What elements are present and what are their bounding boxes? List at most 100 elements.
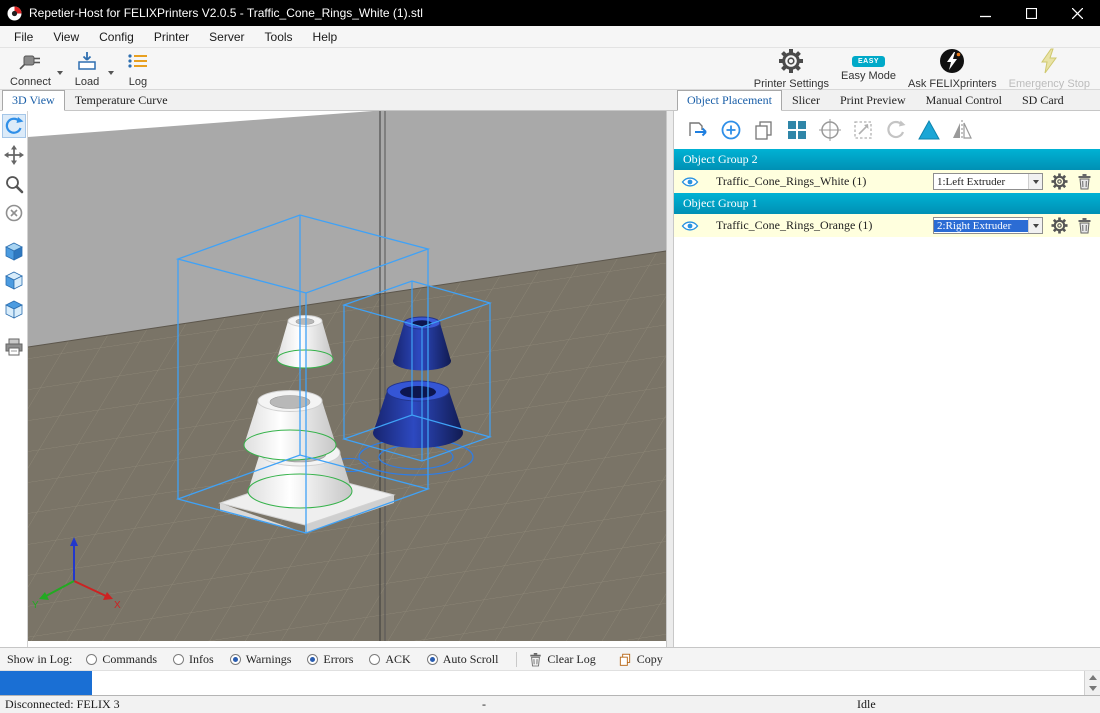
app-logo-icon <box>7 6 22 21</box>
left-tab-strip: 3D View Temperature Curve <box>0 90 674 110</box>
status-bar: Disconnected: FELIX 3 - Idle <box>0 695 1100 713</box>
drop-object-icon[interactable] <box>917 118 941 142</box>
extruder-dropdown[interactable]: 1:Left Extruder <box>933 173 1043 190</box>
tab-slicer[interactable]: Slicer <box>782 90 830 110</box>
visibility-eye-icon[interactable] <box>681 217 699 235</box>
menu-tools[interactable]: Tools <box>255 28 303 46</box>
panel-splitter[interactable] <box>666 111 674 647</box>
right-tab-strip: Object Placement Slicer Print Preview Ma… <box>674 90 1100 110</box>
object-name: Traffic_Cone_Rings_White (1) <box>716 174 926 189</box>
front-view-icon[interactable] <box>2 268 26 292</box>
tab-object-placement[interactable]: Object Placement <box>677 90 782 111</box>
log-filter-ack[interactable]: ACK <box>369 652 410 667</box>
radio-commands[interactable] <box>86 654 97 665</box>
isometric-view-icon[interactable] <box>2 239 26 263</box>
radio-label: Warnings <box>246 652 292 667</box>
radio-errors[interactable] <box>307 654 318 665</box>
printer-state: Idle <box>857 697 876 712</box>
top-view-icon[interactable] <box>2 297 26 321</box>
menu-printer[interactable]: Printer <box>144 28 199 46</box>
object-settings-gear-icon[interactable] <box>1050 173 1068 191</box>
minimize-button[interactable] <box>962 0 1008 26</box>
tab-manual-control[interactable]: Manual Control <box>916 90 1012 110</box>
menu-help[interactable]: Help <box>303 28 348 46</box>
add-object-icon[interactable] <box>719 118 743 142</box>
delete-object-trash-icon[interactable] <box>1075 173 1093 191</box>
copy-object-icon[interactable] <box>752 118 776 142</box>
main-toolbar: Connect Load Log Printer Settings EASY E… <box>0 48 1100 90</box>
log-scrollbar[interactable] <box>1084 671 1100 695</box>
menu-config[interactable]: Config <box>89 28 144 46</box>
log-filter-autoscroll[interactable]: Auto Scroll <box>427 652 499 667</box>
easy-mode-label: Easy Mode <box>841 70 896 82</box>
object-row-white[interactable]: Traffic_Cone_Rings_White (1) 1:Left Extr… <box>674 170 1100 193</box>
dropdown-caret-icon[interactable] <box>1028 218 1042 233</box>
visibility-eye-icon[interactable] <box>681 173 699 191</box>
export-object-icon[interactable] <box>686 118 710 142</box>
menu-file[interactable]: File <box>4 28 43 46</box>
tab-3d-view[interactable]: 3D View <box>2 90 65 111</box>
connect-dropdown-caret[interactable] <box>57 71 63 78</box>
radio-infos[interactable] <box>173 654 184 665</box>
menu-server[interactable]: Server <box>199 28 254 46</box>
tab-temperature-curve[interactable]: Temperature Curve <box>65 90 178 110</box>
object-group-header[interactable]: Object Group 2 <box>674 149 1100 170</box>
object-group-header[interactable]: Object Group 1 <box>674 193 1100 214</box>
ask-felixprinters-button[interactable]: Ask FELIXprinters <box>902 48 1003 89</box>
object-group-title: Object Group 2 <box>683 152 758 167</box>
maximize-button[interactable] <box>1008 0 1054 26</box>
object-settings-gear-icon[interactable] <box>1050 217 1068 235</box>
object-group-list: Object Group 2 Traffic_Cone_Rings_White … <box>674 149 1100 237</box>
show-printer-icon[interactable] <box>2 335 26 359</box>
clear-log-label: Clear Log <box>547 652 595 667</box>
log-button[interactable]: Log <box>117 48 159 89</box>
close-button[interactable] <box>1054 0 1100 26</box>
object-row-orange[interactable]: Traffic_Cone_Rings_Orange (1) 2:Right Ex… <box>674 214 1100 237</box>
copy-icon <box>618 652 632 667</box>
emergency-stop-label: Emergency Stop <box>1009 78 1090 90</box>
dropdown-caret-icon[interactable] <box>1028 174 1042 189</box>
zoom-view-icon[interactable] <box>2 172 26 196</box>
reset-view-icon[interactable] <box>2 201 26 225</box>
radio-label: ACK <box>385 652 410 667</box>
viewport-3d[interactable]: X Y <box>28 111 666 647</box>
move-view-icon[interactable] <box>2 143 26 167</box>
load-button[interactable]: Load <box>66 48 108 89</box>
radio-ack[interactable] <box>369 654 380 665</box>
felix-logo-icon <box>939 48 965 77</box>
scroll-down-button[interactable] <box>1085 683 1100 695</box>
menu-view[interactable]: View <box>43 28 89 46</box>
scroll-up-button[interactable] <box>1085 671 1100 683</box>
log-filter-infos[interactable]: Infos <box>173 652 214 667</box>
radio-warnings[interactable] <box>230 654 241 665</box>
log-filter-commands[interactable]: Commands <box>86 652 157 667</box>
tab-sd-card[interactable]: SD Card <box>1012 90 1074 110</box>
delete-object-trash-icon[interactable] <box>1075 217 1093 235</box>
view-tool-strip <box>0 111 28 647</box>
tab-print-preview[interactable]: Print Preview <box>830 90 916 110</box>
log-filter-warnings[interactable]: Warnings <box>230 652 292 667</box>
connect-button[interactable]: Connect <box>4 48 57 89</box>
printer-settings-button[interactable]: Printer Settings <box>748 48 835 89</box>
easy-mode-button[interactable]: EASY Easy Mode <box>835 48 902 89</box>
radio-autoscroll[interactable] <box>427 654 438 665</box>
log-output-area[interactable] <box>0 670 1100 695</box>
ask-felixprinters-label: Ask FELIXprinters <box>908 78 997 90</box>
rotate-object-icon[interactable] <box>884 118 908 142</box>
rotate-view-icon[interactable] <box>2 114 26 138</box>
mirror-object-icon[interactable] <box>950 118 974 142</box>
log-filter-errors[interactable]: Errors <box>307 652 353 667</box>
extruder-value: 1:Left Extruder <box>934 176 1028 188</box>
center-object-icon[interactable] <box>818 118 842 142</box>
extruder-dropdown[interactable]: 2:Right Extruder <box>933 217 1043 234</box>
clear-log-button[interactable]: Clear Log <box>529 652 595 667</box>
log-selected-line[interactable] <box>0 671 92 695</box>
copy-log-button[interactable]: Copy <box>618 652 663 667</box>
show-in-log-label: Show in Log: <box>7 652 72 667</box>
scale-object-icon[interactable] <box>851 118 875 142</box>
emergency-stop-button[interactable]: Emergency Stop <box>1003 48 1096 89</box>
copy-log-label: Copy <box>637 652 663 667</box>
window-title: Repetier-Host for FELIXPrinters V2.0.5 -… <box>29 6 423 20</box>
autoposition-icon[interactable] <box>785 118 809 142</box>
load-dropdown-caret[interactable] <box>108 71 114 78</box>
